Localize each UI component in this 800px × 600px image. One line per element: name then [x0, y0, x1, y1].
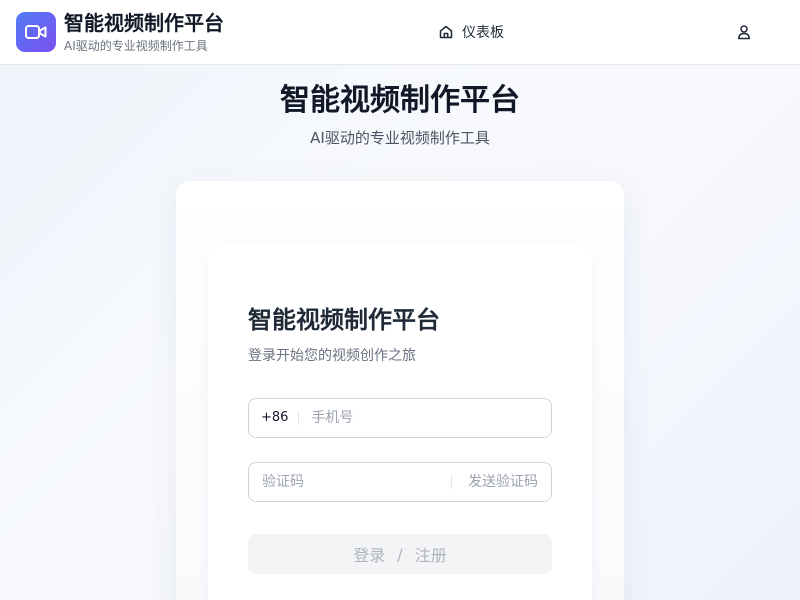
top-bar: 智能视频制作平台 AI驱动的专业视频制作工具 仪表板	[0, 0, 800, 65]
login-label: 登录	[353, 546, 386, 565]
register-label: 注册	[414, 546, 447, 565]
home-icon	[439, 25, 453, 39]
login-register-button[interactable]: 登录 / 注册	[248, 534, 552, 574]
verification-code-input[interactable]	[249, 463, 451, 501]
app-subtitle: AI驱动的专业视频制作工具	[64, 39, 208, 53]
app-title: 智能视频制作平台	[64, 11, 224, 35]
nav-dashboard-label: 仪表板	[462, 25, 504, 41]
verification-code-field: 发送验证码	[248, 462, 552, 502]
hero-subtitle: AI驱动的专业视频制作工具	[310, 129, 490, 147]
hero-title: 智能视频制作平台	[280, 83, 520, 118]
user-icon	[738, 25, 750, 40]
user-menu-button[interactable]	[734, 22, 754, 42]
country-code-prefix[interactable]: +86	[249, 411, 300, 425]
app-logo[interactable]	[16, 12, 56, 52]
nav-dashboard[interactable]: 仪表板	[438, 20, 504, 44]
send-code-button[interactable]: 发送验证码	[451, 475, 551, 489]
login-register-separator: /	[397, 544, 403, 564]
login-form-title: 智能视频制作平台	[248, 306, 440, 334]
login-form-subtitle: 登录开始您的视频创作之旅	[248, 348, 416, 364]
phone-input[interactable]	[299, 399, 551, 437]
video-camera-icon	[25, 25, 47, 39]
phone-field: +86	[248, 398, 552, 438]
